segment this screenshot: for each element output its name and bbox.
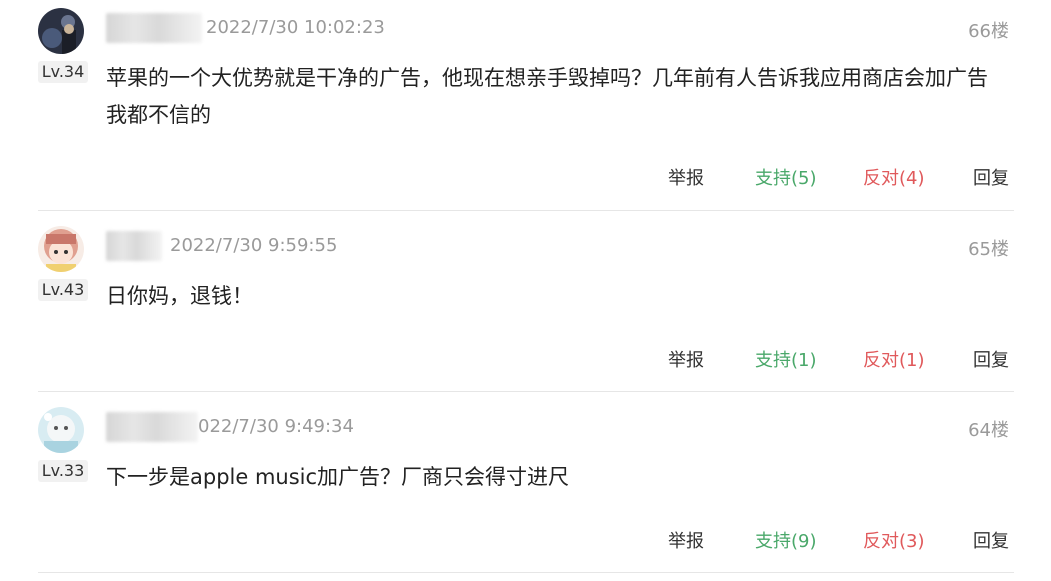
user-level-badge: Lv.34 <box>38 61 88 83</box>
oppose-button[interactable]: 反对(3) <box>863 527 925 553</box>
user-avatar[interactable] <box>38 407 84 453</box>
comment-actions: 举报 支持(1) 反对(1) 回复 <box>0 346 1051 372</box>
support-button[interactable]: 支持(9) <box>755 527 817 553</box>
comment-timestamp: 2022/7/30 10:02:23 <box>206 17 385 38</box>
user-avatar[interactable] <box>38 226 84 272</box>
username-blurred[interactable] <box>106 412 198 442</box>
username-blurred[interactable] <box>106 231 162 261</box>
comment-item: Lv.34 2022/7/30 10:02:23 66楼 苹果的一个大优势就是干… <box>0 0 1051 189</box>
floor-number: 66楼 <box>968 21 1009 42</box>
support-button[interactable]: 支持(1) <box>755 346 817 372</box>
reply-button[interactable]: 回复 <box>973 346 1009 372</box>
oppose-button[interactable]: 反对(1) <box>863 346 925 372</box>
comment-content: 日你妈，退钱！ <box>106 284 253 308</box>
username-blurred[interactable] <box>106 13 202 43</box>
user-level-badge: Lv.43 <box>38 279 88 301</box>
reply-button[interactable]: 回复 <box>973 164 1009 190</box>
report-button[interactable]: 举报 <box>668 527 704 553</box>
comment-divider <box>38 391 1014 392</box>
report-button[interactable]: 举报 <box>668 346 704 372</box>
floor-number: 65楼 <box>968 239 1009 260</box>
comment-divider <box>38 210 1014 211</box>
comment-timestamp: 022/7/30 9:49:34 <box>198 416 354 437</box>
comment-actions: 举报 支持(5) 反对(4) 回复 <box>0 164 1051 190</box>
support-button[interactable]: 支持(5) <box>755 164 817 190</box>
comment-actions: 举报 支持(9) 反对(3) 回复 <box>0 527 1051 553</box>
user-level-badge: Lv.33 <box>38 460 88 482</box>
comment-content: 下一步是apple music加广告？厂商只会得寸进尺 <box>106 465 570 489</box>
reply-button[interactable]: 回复 <box>973 527 1009 553</box>
floor-number: 64楼 <box>968 420 1009 441</box>
comment-divider <box>38 572 1014 573</box>
comment-timestamp: 2022/7/30 9:59:55 <box>170 235 338 256</box>
comment-item: Lv.43 2022/7/30 9:59:55 65楼 日你妈，退钱！ 举报 支… <box>0 218 1051 400</box>
comment-content: 苹果的一个大优势就是干净的广告，他现在想亲手毁掉吗？几年前有人告诉我应用商店会加… <box>106 66 988 127</box>
comment-item: Lv.33 022/7/30 9:49:34 64楼 下一步是apple mus… <box>0 399 1051 581</box>
oppose-button[interactable]: 反对(4) <box>863 164 925 190</box>
report-button[interactable]: 举报 <box>668 164 704 190</box>
user-avatar[interactable] <box>38 8 84 54</box>
